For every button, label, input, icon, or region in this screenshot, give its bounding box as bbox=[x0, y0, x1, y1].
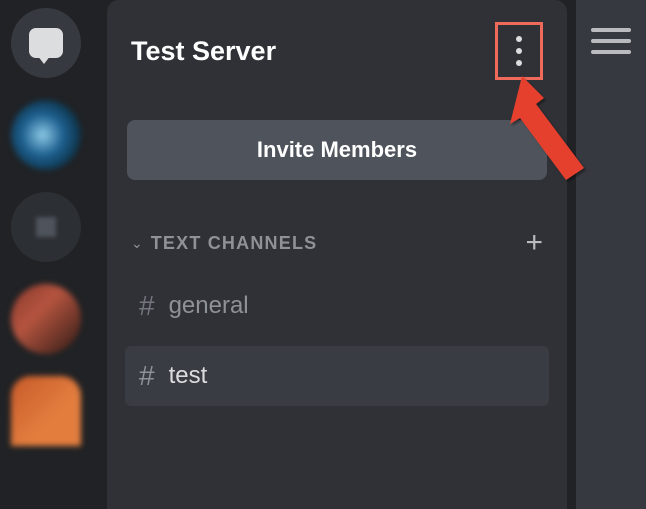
server-avatar-4[interactable] bbox=[11, 376, 81, 446]
channel-item-general[interactable]: # general bbox=[125, 276, 549, 336]
channel-name: test bbox=[169, 362, 208, 390]
right-pane bbox=[576, 0, 646, 509]
invite-members-button[interactable]: Invite Members bbox=[127, 120, 547, 180]
hamburger-menu-button[interactable] bbox=[591, 28, 631, 509]
hash-icon: # bbox=[139, 290, 155, 322]
server-rail bbox=[0, 0, 92, 509]
invite-members-label: Invite Members bbox=[257, 137, 417, 163]
text-channels-label: TEXT CHANNELS bbox=[151, 233, 318, 254]
speech-bubble-icon bbox=[29, 28, 63, 58]
server-avatar-3[interactable] bbox=[11, 284, 81, 354]
highlight-annotation bbox=[495, 22, 543, 80]
server-avatar-2[interactable] bbox=[11, 192, 81, 262]
text-channels-header[interactable]: ⌄ TEXT CHANNELS + bbox=[107, 180, 567, 268]
dm-home-button[interactable] bbox=[11, 8, 81, 78]
chevron-down-icon: ⌄ bbox=[131, 235, 143, 252]
dots-vertical-icon bbox=[516, 36, 522, 42]
server-header: Test Server bbox=[107, 0, 567, 102]
server-name: Test Server bbox=[131, 36, 276, 67]
hamburger-icon bbox=[591, 28, 631, 32]
channel-panel: Test Server Invite Members ⌄ TEXT CHANNE… bbox=[107, 0, 567, 509]
add-channel-button[interactable]: + bbox=[525, 228, 543, 258]
channel-name: general bbox=[169, 292, 249, 320]
server-menu-button[interactable] bbox=[500, 29, 538, 73]
hash-icon: # bbox=[139, 360, 155, 392]
channel-item-test[interactable]: # test bbox=[125, 346, 549, 406]
server-avatar-1[interactable] bbox=[11, 100, 81, 170]
